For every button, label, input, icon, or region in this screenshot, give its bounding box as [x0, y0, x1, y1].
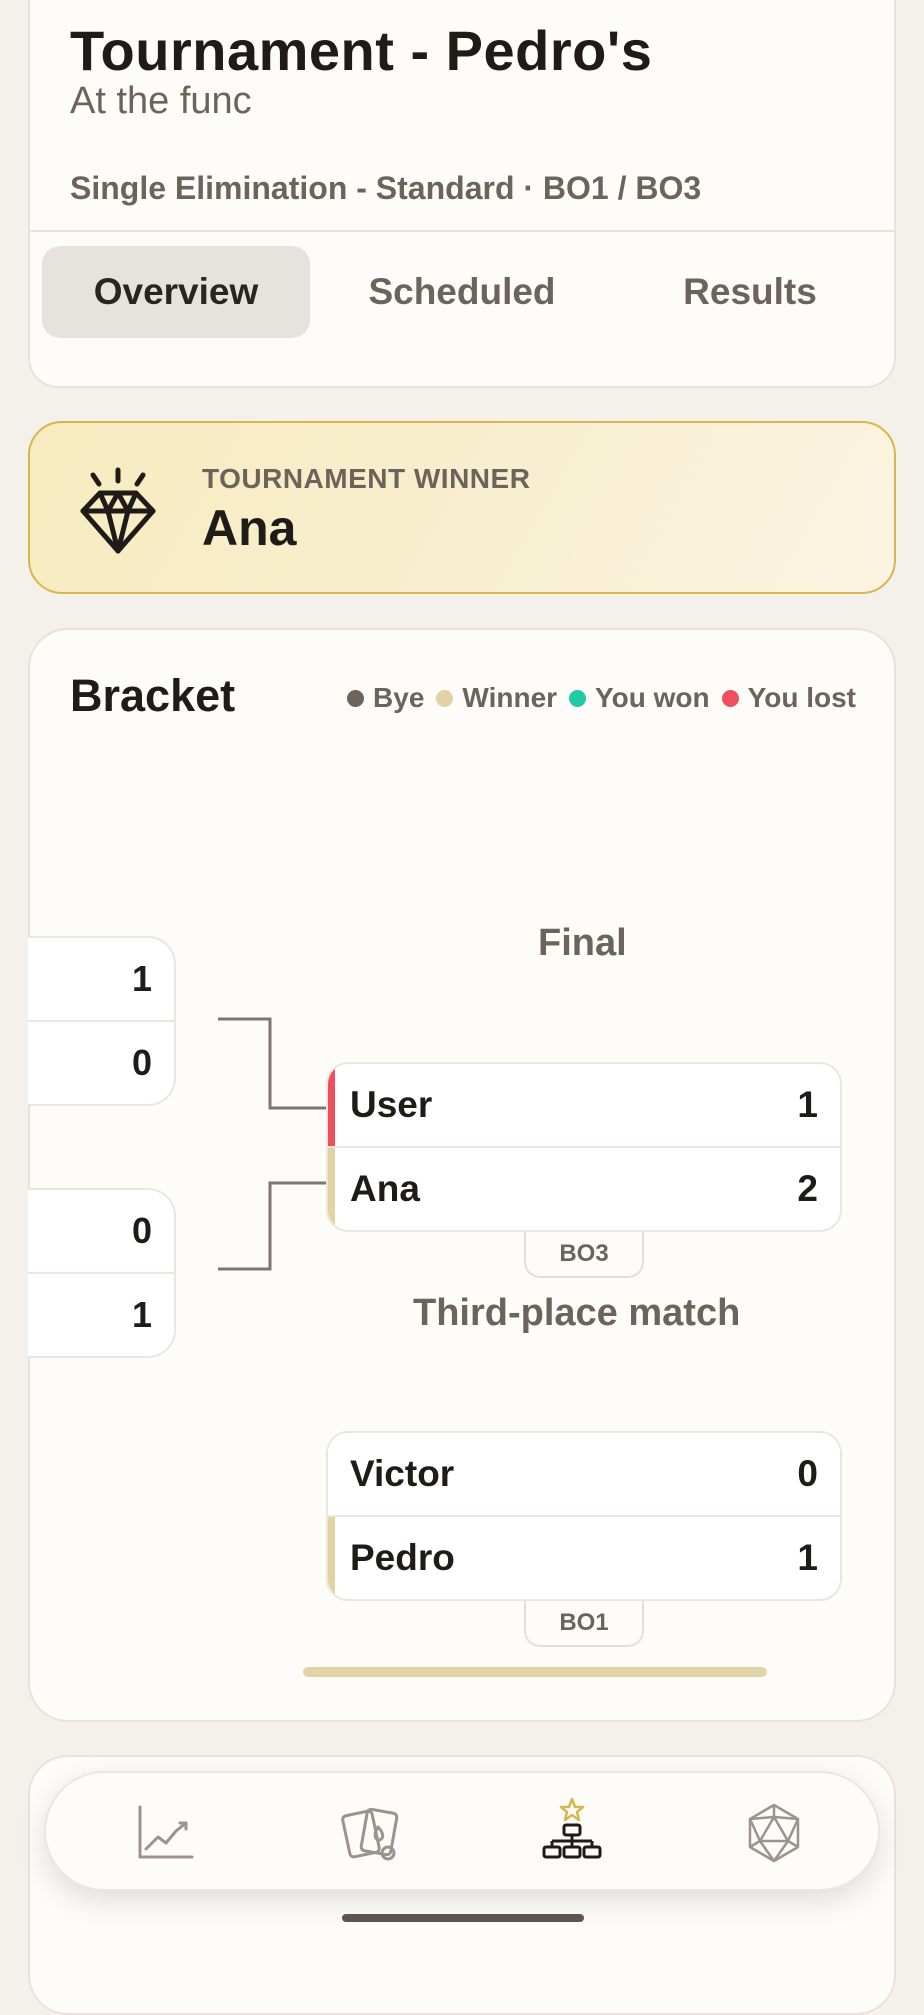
tournament-format: Single Elimination - Standard · BO1 / BO… — [70, 170, 702, 206]
semifinal-1-score-bottom: 0 — [28, 1020, 174, 1104]
legend-dot-winner — [436, 689, 454, 707]
player-score: 1 — [797, 1084, 818, 1125]
legend-label-you-lost: You lost — [747, 682, 856, 713]
legend-dot-you-won — [569, 689, 587, 707]
semifinal-match-2[interactable]: 0 1 — [28, 1188, 176, 1358]
player-name: Victor — [350, 1453, 455, 1494]
tournament-subtitle: At the func — [70, 80, 252, 122]
you-lost-indicator — [328, 1064, 335, 1146]
cards-icon[interactable] — [330, 1793, 410, 1873]
final-match[interactable]: User 1 Ana 2 — [326, 1062, 842, 1232]
semifinal-match-1[interactable]: 1 0 — [28, 936, 176, 1106]
legend-label-you-won: You won — [595, 682, 710, 713]
semifinal-2-score-bottom: 1 — [28, 1272, 174, 1356]
player-name: Pedro — [350, 1537, 455, 1578]
third-place-player-row: Pedro 1 — [328, 1515, 840, 1599]
player-score: 2 — [797, 1168, 818, 1209]
third-place-player-row: Victor 0 — [328, 1433, 840, 1515]
bracket-horizontal-scrollbar[interactable] — [303, 1667, 767, 1677]
player-score: 1 — [797, 1537, 818, 1578]
chart-line-icon[interactable] — [126, 1793, 206, 1873]
home-indicator — [342, 1914, 584, 1922]
player-name: Ana — [350, 1168, 420, 1209]
tab-overview[interactable]: Overview — [42, 246, 310, 338]
bracket-card[interactable]: Bracket Bye Winner You won You lost 1 0 … — [28, 628, 896, 1722]
tab-results[interactable]: Results — [616, 246, 884, 338]
winner-label: TOURNAMENT WINNER — [202, 463, 531, 494]
player-name: User — [350, 1084, 433, 1125]
player-score: 0 — [797, 1453, 818, 1494]
bottom-nav — [44, 1771, 880, 1891]
diamond-icon — [80, 467, 156, 554]
legend-label-winner: Winner — [462, 682, 558, 713]
third-place-format-badge: BO1 — [524, 1601, 644, 1647]
bracket-icon[interactable] — [532, 1793, 612, 1873]
final-format-badge: BO3 — [524, 1232, 644, 1278]
winner-indicator — [328, 1517, 335, 1599]
final-player-row: User 1 — [328, 1064, 840, 1146]
header-divider — [30, 230, 894, 232]
final-player-row: Ana 2 — [328, 1146, 840, 1230]
bracket-legend: Bye Winner You won You lost — [335, 682, 856, 714]
winner-name: Ana — [202, 500, 297, 556]
tab-scheduled[interactable]: Scheduled — [328, 246, 596, 338]
d20-dice-icon[interactable] — [734, 1793, 814, 1873]
bracket-title: Bracket — [70, 670, 236, 721]
legend-label-bye: Bye — [373, 682, 425, 713]
final-label: Final — [538, 922, 627, 964]
legend-dot-bye — [347, 689, 365, 707]
third-place-label: Third-place match — [413, 1292, 741, 1334]
third-place-match[interactable]: Victor 0 Pedro 1 — [326, 1431, 842, 1601]
legend-dot-you-lost — [721, 689, 739, 707]
tournament-header-card: Tournament - Pedro's At the func Single … — [28, 0, 896, 388]
page-title: Tournament - Pedro's — [70, 19, 653, 82]
semifinal-1-score-top: 1 — [131, 958, 152, 999]
tournament-winner-card: TOURNAMENT WINNER Ana — [28, 421, 896, 594]
semifinal-2-score-top: 0 — [131, 1210, 152, 1251]
winner-indicator — [328, 1148, 335, 1230]
